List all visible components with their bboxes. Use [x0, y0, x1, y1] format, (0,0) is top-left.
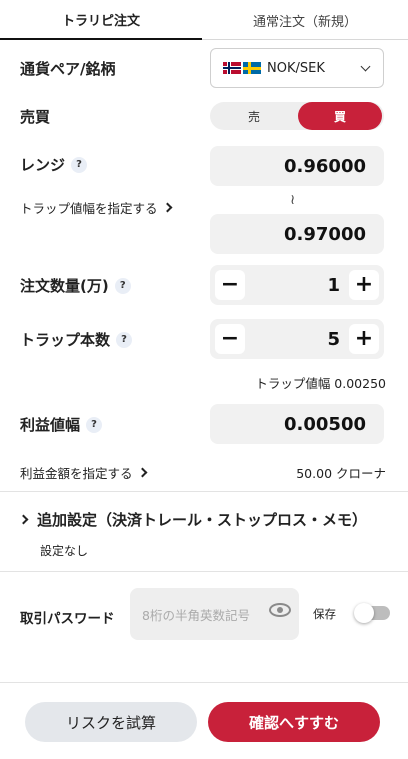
quantity-value[interactable]: 1: [327, 265, 340, 305]
password-placeholder: 8桁の半角英数記号: [142, 607, 250, 623]
save-password-label: 保存: [313, 607, 336, 621]
order-tabs: トラリピ注文 通常注文（新規）: [0, 0, 408, 40]
trap-count-value[interactable]: 5: [327, 319, 340, 359]
eye-icon[interactable]: [269, 603, 291, 617]
sweden-flag-icon: [243, 62, 261, 74]
trap-count-minus-button[interactable]: −: [215, 324, 245, 354]
trap-count-stepper: − 5 +: [210, 319, 384, 359]
profit-width-label: 利益値幅 ?: [20, 414, 103, 435]
trap-width-link-text: トラップ値幅を指定する: [20, 201, 158, 216]
profit-width-input[interactable]: 0.00500: [210, 404, 384, 444]
range-label: レンジ ?: [20, 154, 88, 175]
confirm-button[interactable]: 確認へすすむ: [208, 702, 380, 742]
range-separator: ≀: [290, 192, 296, 208]
quantity-label: 注文数量(万) ?: [20, 275, 131, 296]
side-toggle: 売 買: [210, 102, 384, 130]
profit-amount-value: 50.00 クローナ: [296, 466, 386, 481]
chevron-right-icon: [137, 467, 147, 478]
help-icon[interactable]: ?: [116, 331, 133, 348]
tab-trarepi-order[interactable]: トラリピ注文: [0, 0, 202, 40]
range-label-text: レンジ: [20, 156, 66, 174]
quantity-stepper: − 1 +: [210, 265, 384, 305]
currency-flags: [223, 62, 261, 74]
password-label: 取引パスワード: [20, 611, 115, 627]
profit-amount-link[interactable]: 利益金額を指定する: [20, 463, 147, 482]
section-divider: [0, 682, 408, 683]
help-icon[interactable]: ?: [86, 416, 103, 433]
chevron-right-icon: [18, 514, 29, 525]
quantity-plus-button[interactable]: +: [349, 270, 379, 300]
password-field[interactable]: 8桁の半角英数記号: [130, 588, 299, 640]
chevron-down-icon: [360, 61, 371, 72]
sell-option[interactable]: 売: [212, 102, 296, 130]
trap-width-readout: トラップ値幅 0.00250: [255, 376, 386, 391]
risk-estimate-button[interactable]: リスクを試算: [25, 702, 197, 742]
side-label: 売買: [20, 106, 50, 127]
save-password-switch[interactable]: [354, 603, 390, 623]
range-low-input[interactable]: 0.97000: [210, 214, 384, 254]
tab-normal-order[interactable]: 通常注文（新規）: [202, 0, 408, 40]
advanced-settings-status: 設定なし: [40, 544, 89, 558]
help-icon[interactable]: ?: [71, 156, 88, 173]
currency-pair-value: NOK/SEK: [267, 60, 325, 76]
profit-amount-link-text: 利益金額を指定する: [20, 466, 133, 481]
section-divider: [0, 571, 408, 572]
trap-count-label: トラップ本数 ?: [20, 329, 133, 350]
advanced-settings-label: 追加設定（決済トレール・ストップロス・メモ）: [37, 511, 368, 529]
chevron-right-icon: [162, 202, 172, 213]
switch-knob: [354, 603, 374, 623]
help-icon[interactable]: ?: [114, 277, 131, 294]
currency-pair-label-text: 通貨ペア/銘柄: [20, 60, 116, 78]
trap-count-label-text: トラップ本数: [20, 331, 111, 349]
trap-count-plus-button[interactable]: +: [349, 324, 379, 354]
side-label-text: 売買: [20, 108, 51, 126]
norway-flag-icon: [223, 62, 241, 74]
trap-width-link[interactable]: トラップ値幅を指定する: [20, 198, 172, 217]
advanced-settings-toggle[interactable]: 追加設定（決済トレール・ストップロス・メモ）: [18, 509, 368, 530]
currency-pair-select[interactable]: NOK/SEK: [210, 48, 384, 88]
section-divider: [0, 491, 408, 492]
currency-pair-label: 通貨ペア/銘柄: [20, 58, 115, 79]
quantity-minus-button[interactable]: −: [215, 270, 245, 300]
buy-option[interactable]: 買: [298, 102, 382, 130]
quantity-label-text: 注文数量(万): [20, 277, 109, 295]
range-high-input[interactable]: 0.96000: [210, 146, 384, 186]
profit-width-label-text: 利益値幅: [20, 416, 81, 434]
